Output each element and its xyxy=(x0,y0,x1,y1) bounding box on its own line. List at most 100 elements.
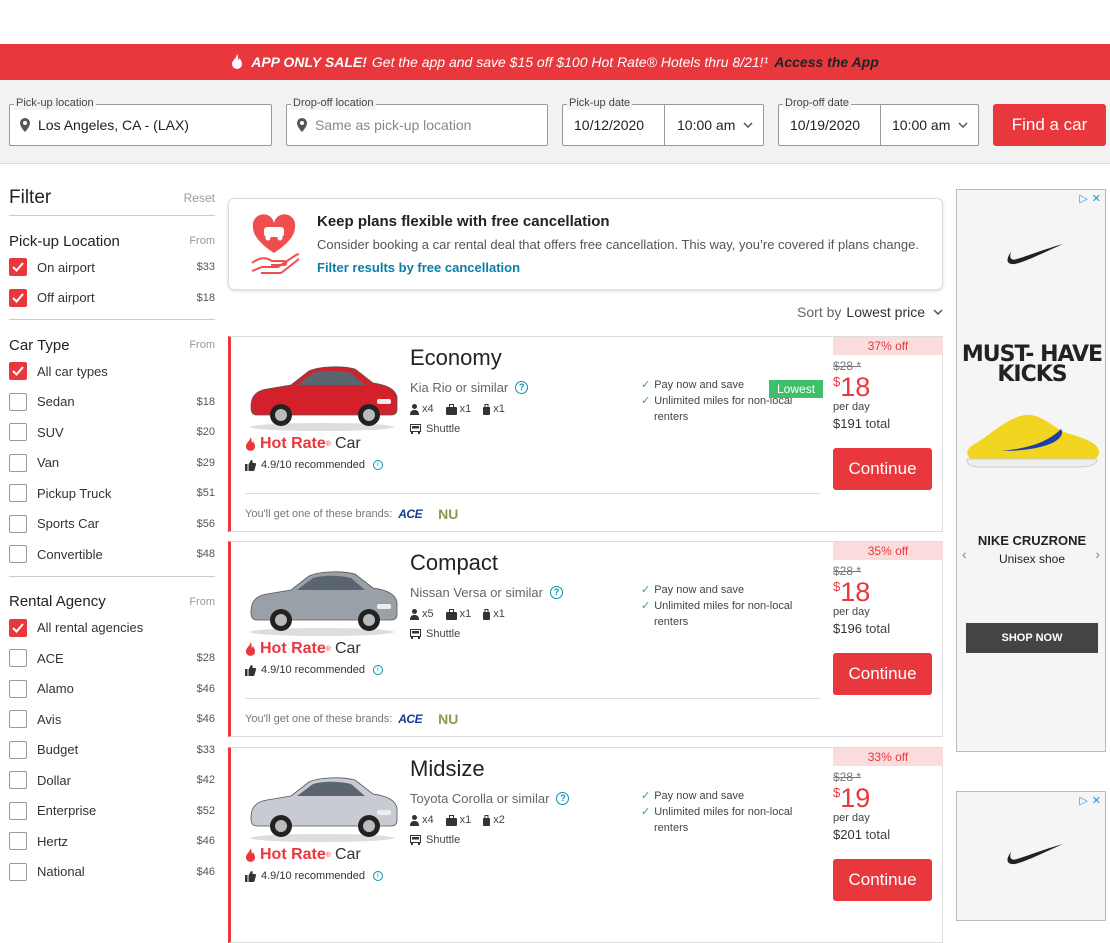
daily-price: $18 xyxy=(833,373,943,401)
car-result-card[interactable]: Midsize Toyota Corolla or similar? x4 x1 x2 S… xyxy=(228,747,943,943)
ad-info-icon[interactable]: ▷ xyxy=(1079,192,1087,205)
info-icon[interactable]: i xyxy=(372,871,383,881)
pickup-date-field[interactable]: Pick-up date 10/12/2020 10:00 am xyxy=(562,96,764,146)
total-label: total xyxy=(865,621,891,636)
filter-option-label: Sedan xyxy=(37,394,75,410)
help-icon[interactable]: ? xyxy=(549,586,563,599)
car-class: Midsize xyxy=(410,756,485,781)
shuttle-info: Shuttle xyxy=(410,834,460,846)
nike-ad-2[interactable]: ▷ ✕ xyxy=(956,791,1106,921)
filter-option-label: National xyxy=(37,864,85,880)
ad-info-icon[interactable]: ▷ xyxy=(1079,794,1087,807)
promo-banner[interactable]: APP ONLY SALE! Get the app and save $15 … xyxy=(0,44,1110,80)
filter-option[interactable]: Dollar $42 xyxy=(9,765,215,796)
checkbox[interactable] xyxy=(9,771,27,790)
dropoff-date-field[interactable]: Drop-off date 10/19/2020 10:00 am xyxy=(778,96,979,146)
filter-option-price: $46 xyxy=(196,865,215,878)
dropoff-time-select[interactable]: 10:00 am xyxy=(881,117,968,133)
filter-option[interactable]: Off airport $18 xyxy=(9,283,215,314)
car-image xyxy=(250,571,398,636)
shop-now-button[interactable]: SHOP NOW xyxy=(966,623,1098,653)
checkbox[interactable] xyxy=(9,514,27,533)
filter-option[interactable]: Hertz $46 xyxy=(9,826,215,857)
bag-count: x1 xyxy=(459,608,472,620)
dropoff-location-field[interactable]: Drop-off location Same as pick-up locati… xyxy=(286,96,548,146)
passenger-count: x4 xyxy=(422,814,434,826)
recommendation-text: 4.9/10 recommended xyxy=(261,459,365,471)
filter-option-price: $52 xyxy=(196,804,215,817)
car-result-card[interactable]: Economy Kia Rio or similar? x4 x1 x1 Shuttle H… xyxy=(228,336,943,532)
checkbox[interactable] xyxy=(9,679,27,698)
access-app-link[interactable]: Access the App xyxy=(774,54,879,70)
help-icon[interactable]: ? xyxy=(515,381,529,394)
filter-option[interactable]: Sedan $18 xyxy=(9,387,215,418)
filter-option[interactable]: Budget $33 xyxy=(9,735,215,766)
filter-option[interactable]: Convertible $48 xyxy=(9,539,215,570)
hot-rate-car-label: Car xyxy=(334,846,361,863)
continue-button[interactable]: Continue xyxy=(833,653,932,695)
filter-option[interactable]: SUV $20 xyxy=(9,417,215,448)
filter-option-label: Dollar xyxy=(37,772,71,788)
pickup-time-select[interactable]: 10:00 am xyxy=(665,117,753,133)
filter-option[interactable]: ACE $28 xyxy=(9,643,215,674)
checkbox[interactable] xyxy=(9,545,27,564)
checkbox[interactable] xyxy=(9,484,27,503)
continue-button[interactable]: Continue xyxy=(833,859,932,901)
checkbox[interactable] xyxy=(9,453,27,472)
checkbox[interactable] xyxy=(9,392,27,411)
nike-ad[interactable]: ▷ ✕ MUST- HAVE KICKS ‹ › NIKE CRUZRONE Un… xyxy=(956,189,1106,752)
dropoff-date-input[interactable]: 10/19/2020 xyxy=(779,105,881,145)
close-icon[interactable]: ✕ xyxy=(1092,794,1101,807)
close-icon[interactable]: ✕ xyxy=(1092,192,1101,205)
dropoff-location-placeholder: Same as pick-up location xyxy=(315,117,472,133)
checkbox[interactable] xyxy=(9,832,27,851)
filter-option[interactable]: Alamo $46 xyxy=(9,674,215,705)
filter-option[interactable]: Sports Car $56 xyxy=(9,509,215,540)
info-icon[interactable]: i xyxy=(372,460,383,470)
filter-option[interactable]: On airport $33 xyxy=(9,252,215,283)
shuttle-info: Shuttle xyxy=(410,423,460,435)
help-icon[interactable]: ? xyxy=(556,792,570,805)
filter-option[interactable]: National $46 xyxy=(9,857,215,888)
filter-reset-link[interactable]: Reset xyxy=(184,191,215,205)
checkbox[interactable] xyxy=(9,258,27,277)
checkmark-icon xyxy=(12,623,24,633)
free-cancellation-link[interactable]: Filter results by free cancellation xyxy=(317,260,520,275)
pickup-location-field[interactable]: Pick-up location Los Angeles, CA - (LAX) xyxy=(9,96,272,146)
filter-option[interactable]: Enterprise $52 xyxy=(9,796,215,827)
find-car-button[interactable]: Find a car xyxy=(993,104,1106,146)
thumbs-up-icon xyxy=(245,870,256,882)
checkbox[interactable] xyxy=(9,740,27,759)
recommendation: 4.9/10 recommended i xyxy=(245,664,383,676)
filter-option-price: $42 xyxy=(196,774,215,787)
checkbox[interactable] xyxy=(9,801,27,820)
recommendation: 4.9/10 recommended i xyxy=(245,870,383,882)
car-result-card[interactable]: Compact Nissan Versa or similar? x5 x1 x1 Shu… xyxy=(228,541,943,737)
checkbox[interactable] xyxy=(9,710,27,729)
perk-item: Pay now and save xyxy=(654,790,745,802)
filter-option[interactable]: Avis $46 xyxy=(9,704,215,735)
checkbox[interactable] xyxy=(9,618,27,637)
filter-option-label: Budget xyxy=(37,742,79,758)
filter-option-label: All car types xyxy=(37,363,108,379)
filter-option[interactable]: All rental agencies xyxy=(9,613,215,644)
bag-capacity: x1 xyxy=(445,608,472,620)
perk-item: Unlimited miles for non-local xyxy=(654,806,793,818)
filter-option[interactable]: Van $29 xyxy=(9,448,215,479)
pickup-date-input[interactable]: 10/12/2020 xyxy=(563,105,665,145)
check-icon: ✓ xyxy=(641,790,651,802)
checkbox[interactable] xyxy=(9,362,27,381)
checkbox[interactable] xyxy=(9,649,27,668)
continue-button[interactable]: Continue xyxy=(833,448,932,490)
lowest-badge: Lowest xyxy=(769,380,824,398)
checkbox[interactable] xyxy=(9,423,27,442)
checkbox[interactable] xyxy=(9,288,27,307)
ad-choices[interactable]: ▷ ✕ xyxy=(1079,794,1101,807)
discount-badge: 37% off xyxy=(833,337,943,355)
filter-option[interactable]: All car types xyxy=(9,356,215,387)
filter-option[interactable]: Pickup Truck $51 xyxy=(9,478,215,509)
info-icon[interactable]: i xyxy=(372,665,383,675)
checkbox[interactable] xyxy=(9,862,27,881)
sort-dropdown[interactable]: Sort by Lowest price xyxy=(797,304,943,320)
ad-choices[interactable]: ▷ ✕ xyxy=(1079,192,1101,205)
